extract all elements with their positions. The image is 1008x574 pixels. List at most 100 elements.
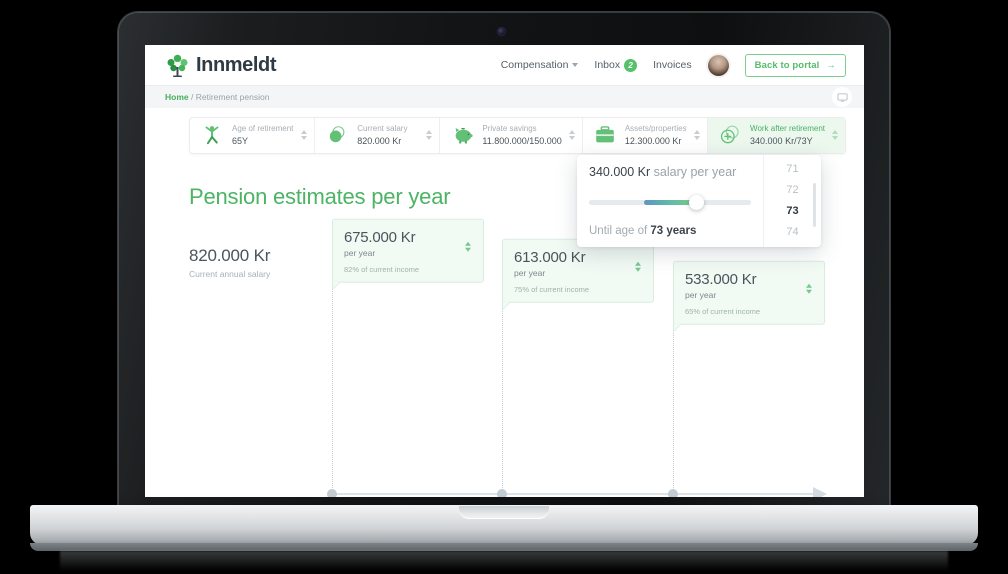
stat-texts: Private savings 11.800.000/150.000 xyxy=(482,123,561,148)
person-jumping-icon xyxy=(199,123,225,147)
stat-value: 65Y xyxy=(232,135,249,146)
slider-thumb[interactable] xyxy=(689,195,705,211)
chevron-down-icon xyxy=(832,136,839,141)
breadcrumb-bar: Home / Retirement pension xyxy=(145,85,864,108)
timeline-dot-2[interactable] xyxy=(497,489,507,497)
timeline-dot-3[interactable] xyxy=(668,489,678,497)
age-option-73[interactable]: 73 xyxy=(786,203,798,220)
nav-label-compensation: Compensation xyxy=(500,59,569,71)
breadcrumb: Home / Retirement pension xyxy=(165,92,269,102)
nav-item-invoices[interactable]: Invoices xyxy=(653,59,692,71)
estimate-percent: 75% of current income xyxy=(514,285,590,294)
piggy-bank-icon xyxy=(449,123,475,147)
chevron-down-icon xyxy=(572,63,579,67)
laptop-foot xyxy=(30,543,978,551)
app-header: Innmeldt Compensation Inbox 2 Invoices B… xyxy=(145,45,864,85)
chevron-up-icon xyxy=(694,130,701,135)
stat-texts: Age of retirement 65Y xyxy=(232,123,294,148)
stat-texts: Work after retirement 340.000 Kr/73Y xyxy=(750,123,825,148)
browser-viewport: Innmeldt Compensation Inbox 2 Invoices B… xyxy=(145,45,864,497)
chevron-down-icon xyxy=(426,136,433,141)
estimate-percent: 65% of current income xyxy=(685,307,761,316)
stat-label: Work after retirement xyxy=(750,124,826,133)
stepper-private-savings[interactable] xyxy=(568,130,575,141)
laptop-reflection xyxy=(60,551,948,571)
connector-line-3 xyxy=(673,327,674,494)
current-salary-block: 820.000 Kr Current annual salary xyxy=(189,246,844,279)
header-nav: Compensation Inbox 2 Invoices Back to po… xyxy=(501,53,846,77)
brand-name: Innmeldt xyxy=(196,53,277,76)
laptop-mockup: Innmeldt Compensation Inbox 2 Invoices B… xyxy=(0,0,1008,574)
chevron-up-icon xyxy=(832,130,839,135)
coin-plus-icon xyxy=(717,123,743,147)
breadcrumb-home[interactable]: Home xyxy=(165,92,189,102)
stat-label: Current salary xyxy=(357,124,408,133)
avatar[interactable] xyxy=(707,54,729,76)
stepper-assets-properties[interactable] xyxy=(694,130,701,141)
stat-card-private-savings[interactable]: Private savings 11.800.000/150.000 xyxy=(440,118,583,153)
nav-label-invoices: Invoices xyxy=(653,59,692,71)
stat-value: 340.000 Kr/73Y xyxy=(750,135,813,146)
timeline-arrow-icon xyxy=(813,487,827,497)
nav-label-inbox: Inbox xyxy=(594,59,621,71)
arrow-right-icon: → xyxy=(826,59,836,71)
popup-until-line: Until age of 73 years xyxy=(589,225,751,237)
chevron-up-icon xyxy=(568,130,575,135)
stat-value: 11.800.000/150.000 xyxy=(482,135,562,146)
chevron-down-icon xyxy=(694,136,701,141)
tree-logo-icon xyxy=(165,53,190,78)
stepper-current-salary[interactable] xyxy=(426,130,433,141)
stat-texts: Current salary 820.000 Kr xyxy=(357,123,419,148)
stepper-work-after-retirement[interactable] xyxy=(832,130,839,141)
work-after-retirement-popup: 340.000 Kr salary per year Until age of … xyxy=(577,155,821,247)
connector-line-1 xyxy=(332,285,333,494)
chevron-up-icon xyxy=(806,283,812,288)
brand-logo-group[interactable]: Innmeldt xyxy=(165,53,277,78)
age-option-71[interactable]: 71 xyxy=(786,161,798,178)
age-picker-list[interactable]: 71 72 73 74 xyxy=(763,155,821,247)
stat-card-current-salary[interactable]: Current salary 820.000 Kr xyxy=(315,118,441,153)
stat-card-age-of-retirement[interactable]: Age of retirement 65Y xyxy=(190,118,316,153)
popup-amount: 340.000 Kr xyxy=(589,165,651,179)
popup-main: 340.000 Kr salary per year Until age of … xyxy=(577,155,763,247)
popup-until-prefix: Until age of xyxy=(589,225,651,237)
current-salary-caption: Current annual salary xyxy=(189,268,271,279)
age-option-72[interactable]: 72 xyxy=(786,182,798,199)
chevron-up-icon xyxy=(301,130,308,135)
stepper-age-of-retirement[interactable] xyxy=(301,130,308,141)
timeline-dot-1[interactable] xyxy=(327,489,337,497)
stats-row: Age of retirement 65Y Current salary 820… xyxy=(189,117,846,154)
chevron-down-icon xyxy=(568,136,575,141)
monitor-icon-button[interactable] xyxy=(832,87,852,107)
breadcrumb-current: Retirement pension xyxy=(195,92,270,102)
coins-icon xyxy=(324,123,350,147)
laptop-lid-notch xyxy=(459,506,549,519)
stat-label: Age of retirement xyxy=(232,124,294,133)
chevron-down-icon xyxy=(301,136,308,141)
popup-amount-line: 340.000 Kr salary per year xyxy=(589,165,751,180)
slider-fill xyxy=(644,200,695,206)
stat-card-work-after-retirement[interactable]: Work after retirement 340.000 Kr/73Y xyxy=(708,118,846,153)
nav-item-compensation[interactable]: Compensation xyxy=(501,59,579,71)
estimate-stepper-3[interactable] xyxy=(806,283,812,294)
stat-label: Private savings xyxy=(482,124,537,133)
age-option-74[interactable]: 74 xyxy=(786,224,798,241)
breadcrumb-separator: / xyxy=(188,92,196,102)
connector-line-2 xyxy=(502,305,503,494)
webcam-icon xyxy=(498,28,505,35)
briefcase-icon xyxy=(592,123,618,147)
stat-card-assets-properties[interactable]: Assets/properties 12.300.000 Kr xyxy=(583,118,709,153)
current-salary-amount: 820.000 Kr xyxy=(189,245,271,265)
stat-texts: Assets/properties 12.300.000 Kr xyxy=(625,123,687,148)
nav-item-inbox[interactable]: Inbox 2 xyxy=(594,58,638,72)
popup-amount-suffix: salary per year xyxy=(650,165,737,179)
salary-slider[interactable] xyxy=(589,195,751,211)
chevron-down-icon xyxy=(806,289,812,294)
age-list-scrollbar[interactable] xyxy=(813,183,816,227)
stat-value: 12.300.000 Kr xyxy=(624,135,682,146)
chevron-up-icon xyxy=(426,130,433,135)
estimate-unit: per year xyxy=(685,290,717,300)
back-to-portal-button[interactable]: Back to portal → xyxy=(744,53,846,77)
monitor-icon xyxy=(836,92,848,102)
inbox-badge: 2 xyxy=(624,58,638,72)
